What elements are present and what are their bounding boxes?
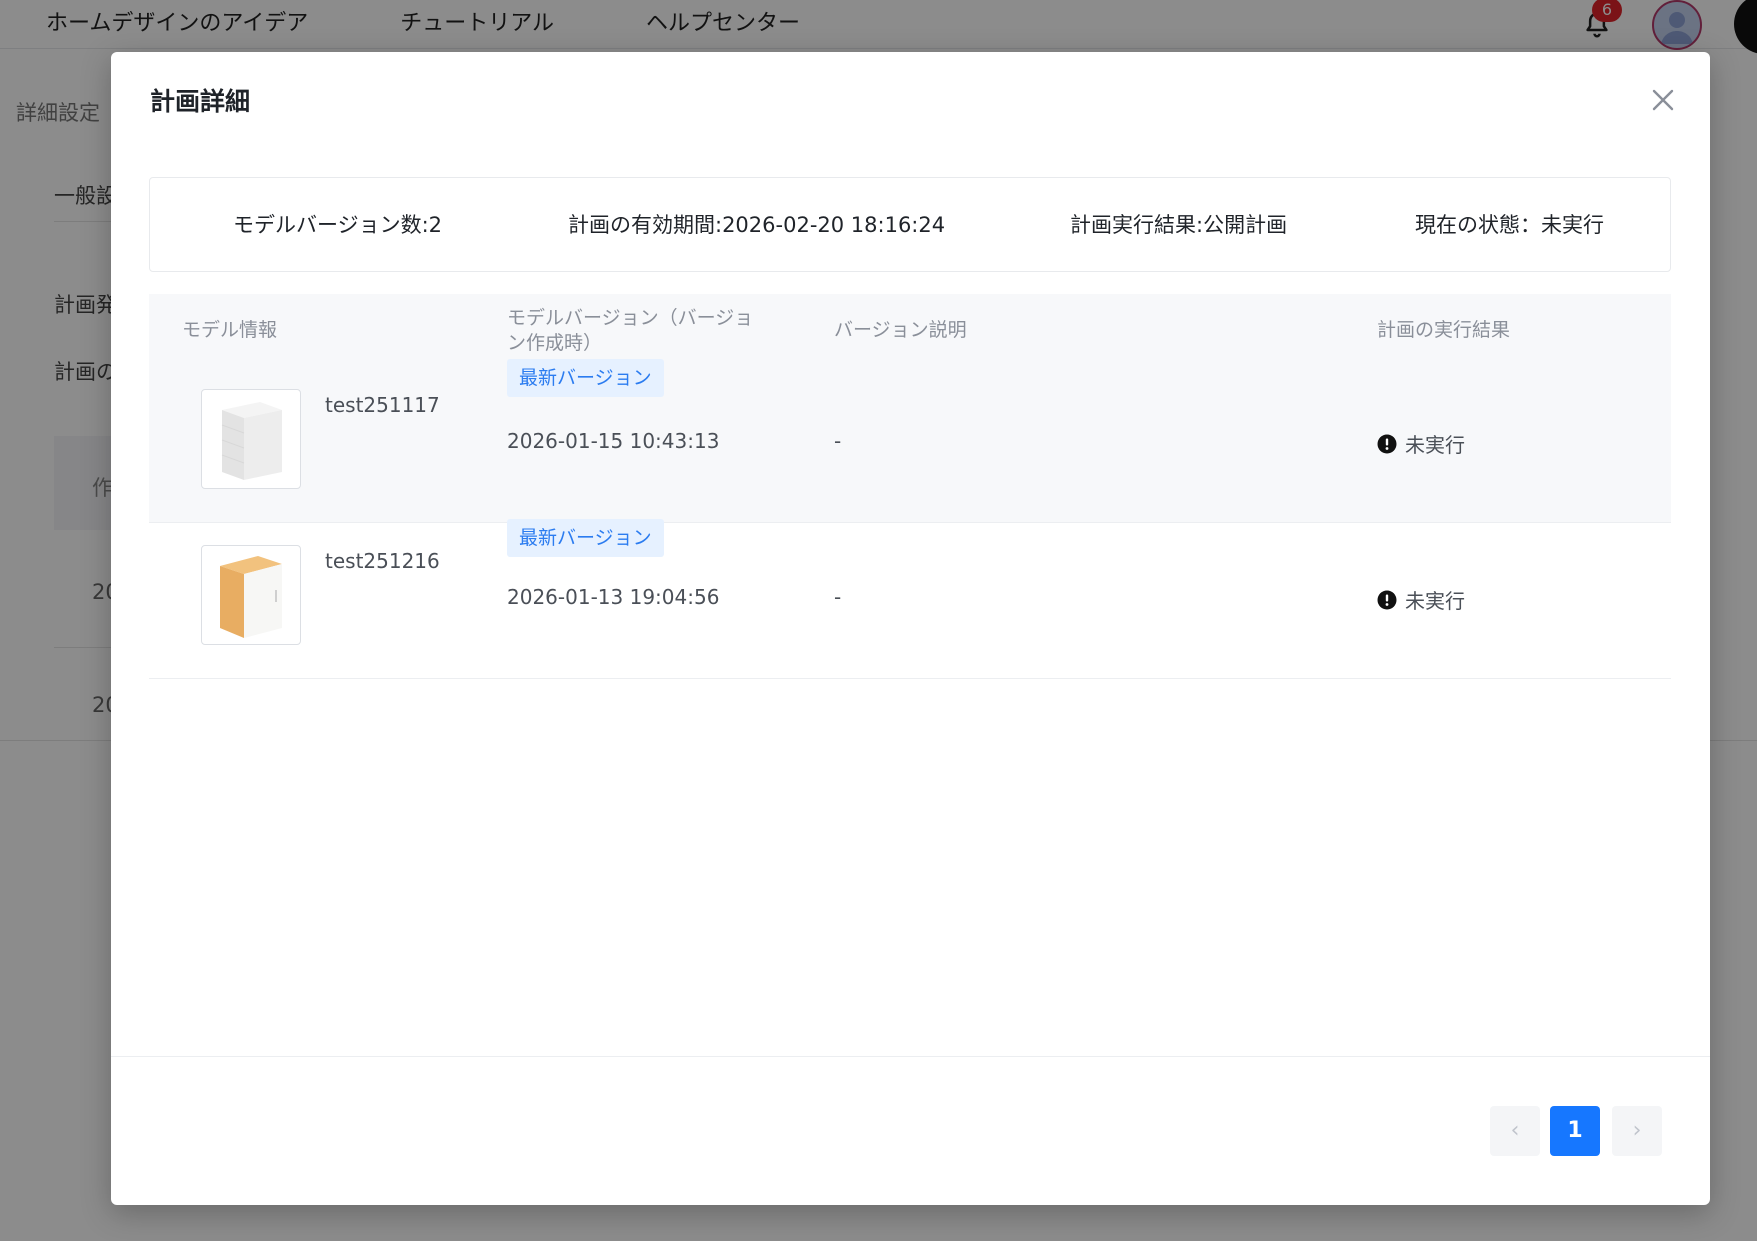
summary-model-versions: モデルバージョン数:2 (233, 213, 443, 237)
version-date: 2026-01-13 19:04:56 (507, 585, 720, 609)
exec-result: 未実行 (1377, 429, 1465, 458)
header-model-version: モデルバージョン（バージョ ン作成時） (507, 306, 753, 356)
wood-cabinet-model-icon (220, 556, 282, 638)
version-description: - (834, 585, 842, 609)
modal-title: 計画詳細 (150, 87, 251, 116)
header-model-info: モデル情報 (182, 319, 278, 341)
model-name: test251216 (325, 549, 440, 573)
table-row[interactable]: test251117 最新バージョン 2026-01-15 10:43:13 -… (149, 359, 1671, 523)
latest-version-tag: 最新バージョン (507, 359, 664, 397)
white-box-model-icon (221, 402, 282, 480)
summary-valid-period: 計画の有効期間:2026-02-20 18:16:24 (568, 213, 946, 237)
footer-divider (111, 1056, 1710, 1057)
plan-detail-modal: 計画詳細 モデルバージョン数:2 計画の有効期間:2026-02-20 18:1… (111, 52, 1710, 1205)
header-version-desc: バージョン説明 (834, 319, 967, 341)
header-model-version-line1: モデルバージョン（バージョ (507, 307, 754, 329)
exclamation-icon (1377, 434, 1397, 453)
exclamation-icon (1377, 590, 1397, 609)
pagination-prev-button[interactable]: ‹ (1490, 1106, 1540, 1156)
version-date: 2026-01-15 10:43:13 (507, 429, 720, 453)
latest-version-tag: 最新バージョン (507, 519, 664, 557)
model-name: test251117 (325, 393, 440, 417)
pagination-next-button[interactable]: › (1612, 1106, 1662, 1156)
version-table: モデル情報 モデルバージョン（バージョ ン作成時） バージョン説明 計画の実行結… (149, 294, 1671, 679)
model-thumbnail[interactable] (201, 389, 301, 489)
summary-current-status: 現在の状態：未実行 (1415, 213, 1604, 237)
model-thumbnail[interactable] (201, 545, 301, 645)
header-exec-result: 計画の実行結果 (1377, 319, 1511, 341)
header-model-version-line2: ン作成時） (507, 332, 603, 354)
pagination-page-1[interactable]: 1 (1550, 1106, 1600, 1156)
table-row[interactable]: test251216 最新バージョン 2026-01-13 19:04:56 -… (149, 519, 1671, 679)
exec-result-text: 未実行 (1405, 433, 1465, 457)
close-icon[interactable] (1647, 84, 1679, 116)
table-header: モデル情報 モデルバージョン（バージョ ン作成時） バージョン説明 計画の実行結… (149, 294, 1671, 367)
exec-result-text: 未実行 (1405, 589, 1465, 613)
summary-exec-result: 計画実行結果:公開計画 (1070, 213, 1288, 237)
version-description: - (834, 429, 842, 453)
exec-result: 未実行 (1377, 585, 1465, 614)
plan-summary: モデルバージョン数:2 計画の有効期間:2026-02-20 18:16:24 … (149, 177, 1671, 272)
